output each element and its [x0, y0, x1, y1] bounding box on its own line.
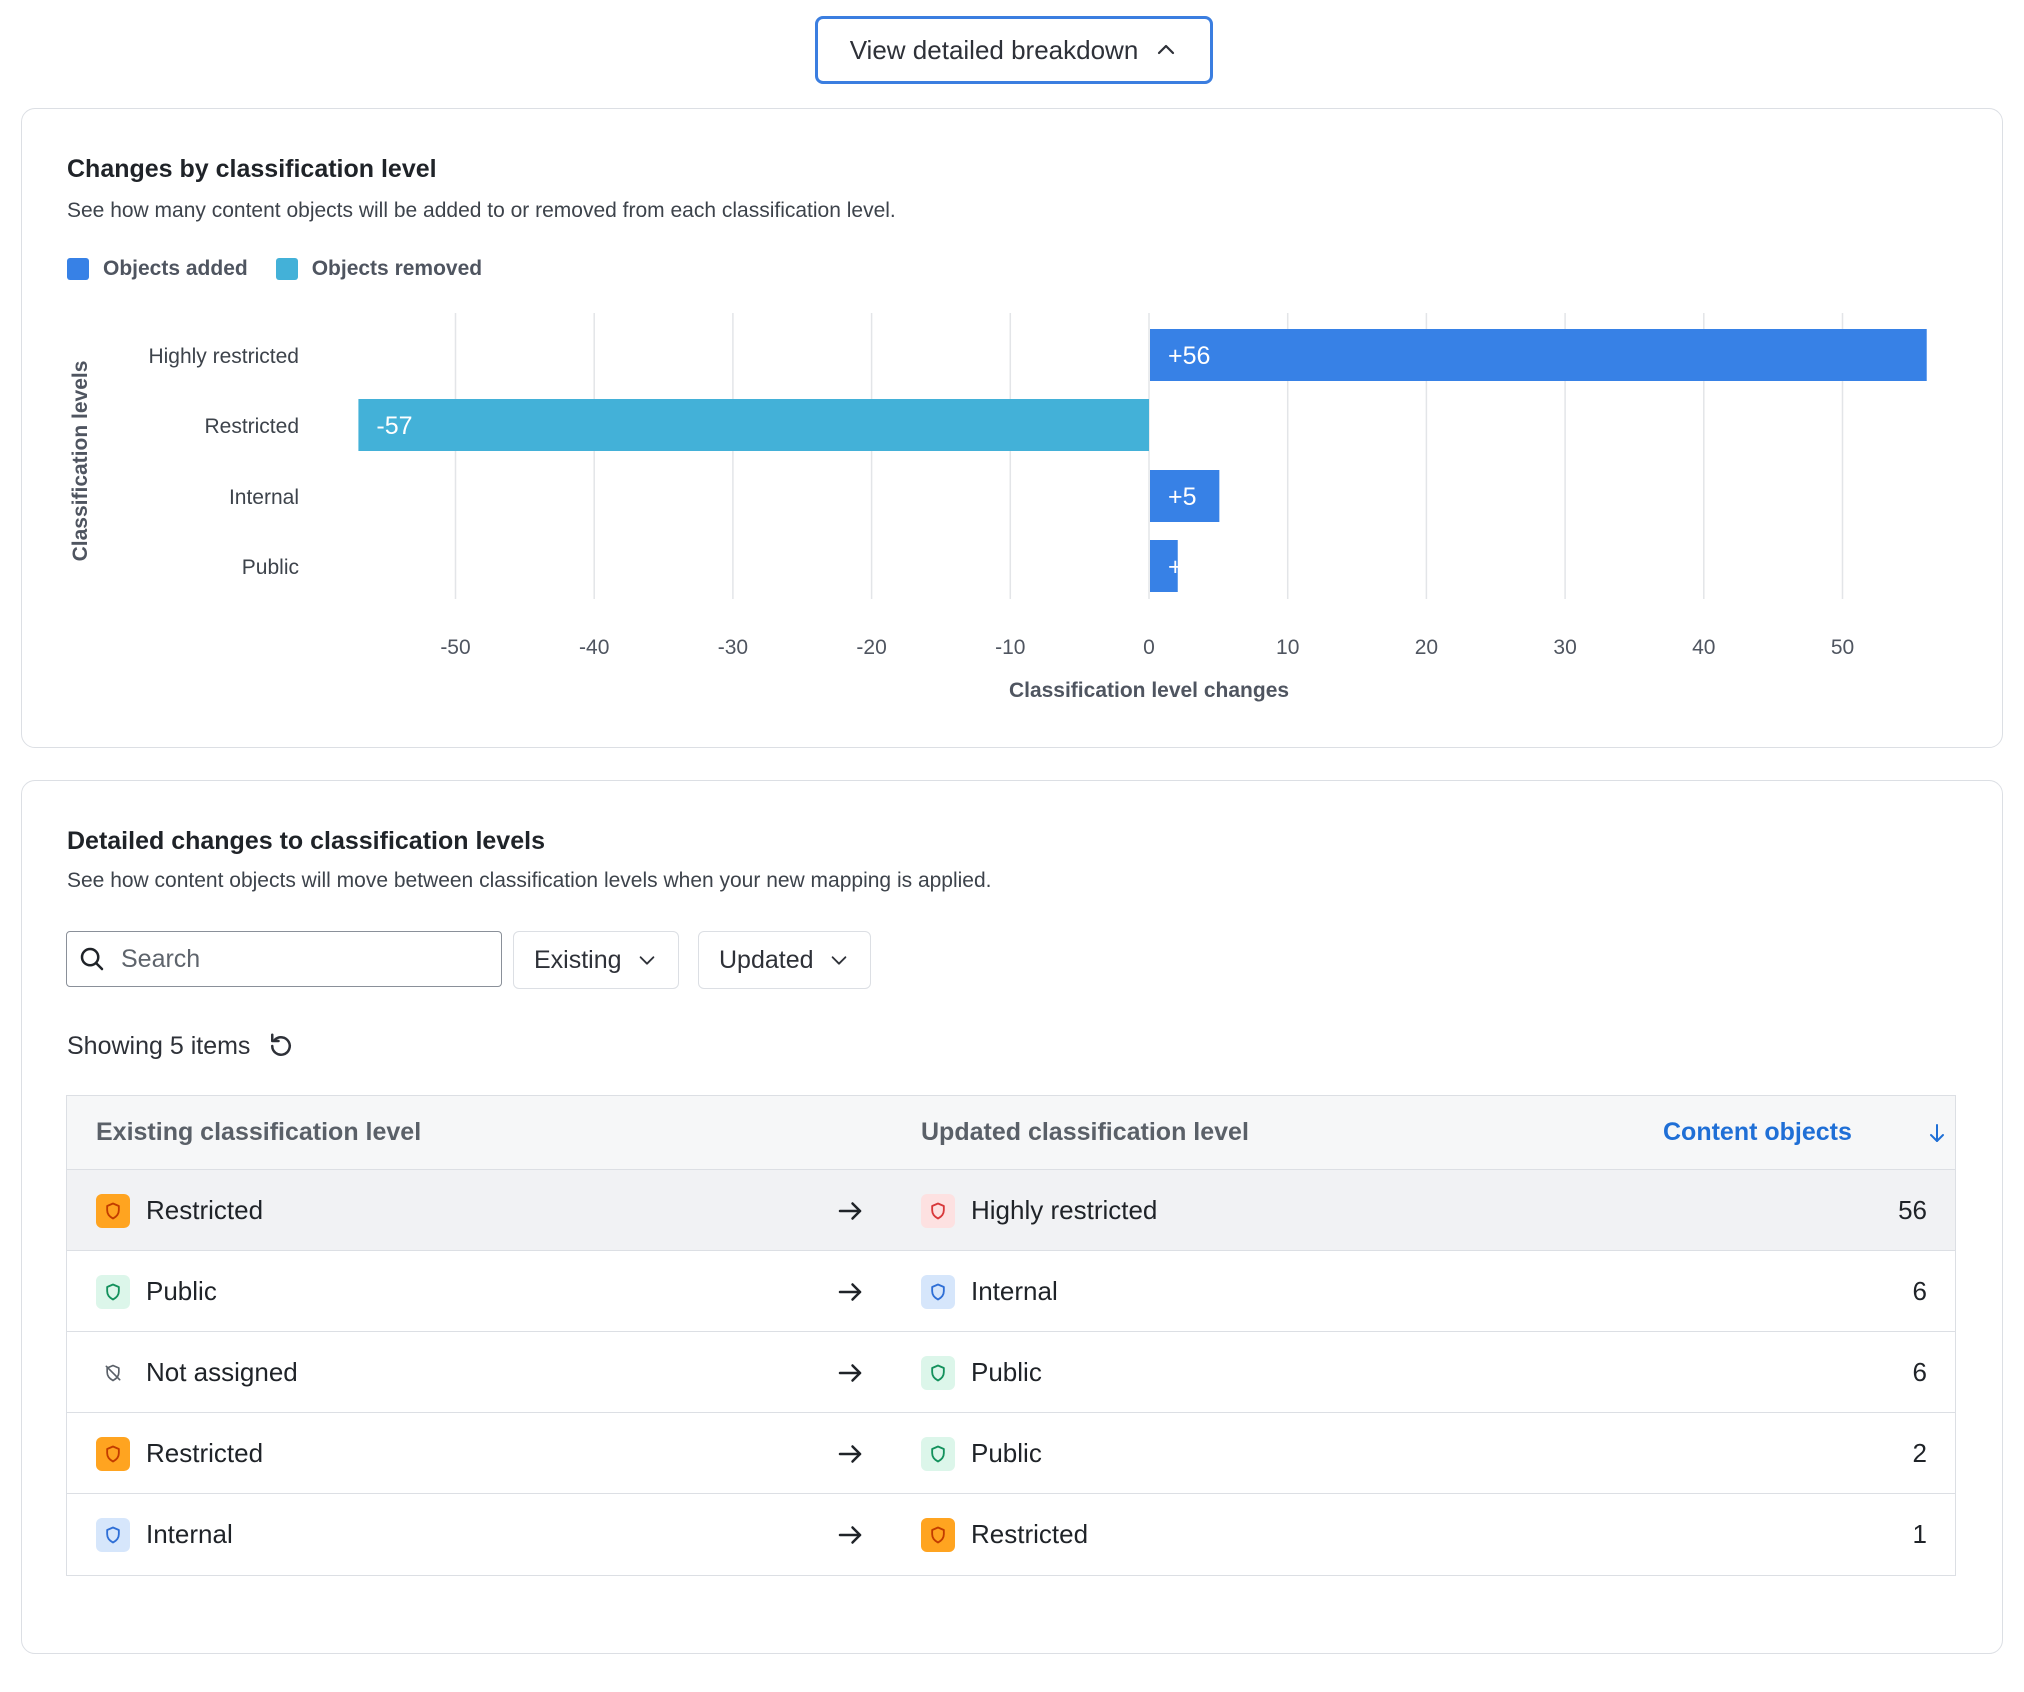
shield-icon — [921, 1436, 955, 1471]
table-row[interactable]: Not assigned Public 6 — [67, 1332, 1955, 1413]
bar-data-label: + — [1168, 553, 1183, 581]
updated-cell: Public — [921, 1413, 1042, 1494]
existing-filter-label: Existing — [534, 945, 622, 974]
x-tick-label: -40 — [579, 636, 609, 659]
x-tick-label: -10 — [995, 636, 1025, 659]
table-subtitle: See how content objects will move betwee… — [67, 869, 992, 892]
chevron-down-icon — [831, 956, 846, 965]
x-tick-label: 10 — [1276, 636, 1299, 659]
y-axis-title: Classification levels — [69, 361, 92, 562]
chevron-up-icon — [1158, 44, 1175, 55]
bar-chart: -50 -40 -30 -20 -10 0 10 20 30 40 50 +56 Highly rest… — [69, 313, 1927, 702]
shield-off-icon — [96, 1356, 130, 1390]
shield-icon — [96, 1436, 130, 1471]
shield-icon — [921, 1517, 955, 1552]
table-row[interactable]: Public Internal 6 — [67, 1251, 1955, 1332]
changes-table: Existing classification level Updated cl… — [66, 1095, 1956, 1576]
column-content-objects[interactable]: Content objects — [1663, 1118, 1852, 1147]
existing-level-label: Not assigned — [146, 1357, 298, 1387]
search-input[interactable] — [121, 944, 481, 974]
x-tick-label: 20 — [1415, 636, 1438, 659]
toggle-label: View detailed breakdown — [849, 34, 1139, 65]
page: View detailed breakdown Changes by class… — [0, 0, 2024, 1692]
updated-cell: Internal — [921, 1251, 1058, 1332]
existing-cell: Internal — [96, 1494, 233, 1575]
arrow-right-icon — [835, 1413, 865, 1494]
table-card: Detailed changes to classification level… — [21, 780, 2003, 1654]
arrow-right-icon — [835, 1494, 865, 1575]
table-body: Restricted Highly restricted 56 Public Inter… — [67, 1170, 1955, 1575]
arrow-right-icon — [835, 1251, 865, 1332]
shield-icon — [921, 1355, 955, 1390]
bar-restricted[interactable] — [358, 399, 1149, 451]
table-row[interactable]: Restricted Highly restricted 56 — [67, 1170, 1955, 1251]
x-tick-label: 30 — [1553, 636, 1576, 659]
existing-cell: Restricted — [96, 1413, 263, 1494]
updated-level-label: Internal — [971, 1276, 1058, 1306]
shield-icon — [921, 1274, 955, 1309]
x-tick-label: -50 — [440, 636, 470, 659]
existing-level-label: Restricted — [146, 1195, 264, 1225]
updated-level-label: Restricted — [971, 1519, 1089, 1549]
content-count: 6 — [1912, 1276, 1927, 1306]
updated-level-label: Public — [971, 1438, 1042, 1468]
updated-cell: Restricted — [921, 1494, 1088, 1575]
column-updated[interactable]: Updated classification level — [921, 1118, 1249, 1147]
table-row[interactable]: Internal Restricted 1 — [67, 1494, 1955, 1575]
search-box[interactable] — [66, 931, 502, 987]
existing-level-label: Internal — [146, 1519, 233, 1549]
arrow-right-icon — [835, 1170, 865, 1251]
x-tick-label: -20 — [856, 636, 886, 659]
updated-cell: Highly restricted — [921, 1170, 1157, 1251]
bar-data-label: -57 — [376, 412, 412, 440]
updated-level-label: Public — [971, 1357, 1042, 1387]
x-tick-label: -30 — [718, 636, 748, 659]
sort-down-icon[interactable] — [1925, 1121, 1949, 1145]
view-breakdown-toggle[interactable]: View detailed breakdown — [815, 16, 1213, 84]
content-count: 1 — [1912, 1519, 1927, 1549]
table-row[interactable]: Restricted Public 2 — [67, 1413, 1955, 1494]
bar-highly-restricted[interactable] — [1150, 329, 1927, 381]
shield-icon — [921, 1193, 955, 1228]
y-category-label: Internal — [229, 486, 299, 509]
shield-icon — [96, 1274, 130, 1309]
x-tick-label: 40 — [1692, 636, 1715, 659]
existing-cell: Restricted — [96, 1170, 263, 1251]
updated-filter-label: Updated — [719, 945, 814, 974]
bar-data-label: +5 — [1168, 483, 1197, 511]
existing-level-label: Public — [146, 1276, 217, 1306]
y-category-label: Restricted — [204, 415, 299, 438]
x-tick-label: 50 — [1831, 636, 1854, 659]
existing-cell: Public — [96, 1251, 217, 1332]
updated-level-label: Highly restricted — [971, 1195, 1158, 1225]
reset-icon[interactable] — [266, 1031, 296, 1061]
item-count-label: Showing 5 items — [67, 1031, 251, 1060]
column-existing[interactable]: Existing classification level — [96, 1118, 421, 1147]
updated-filter-dropdown[interactable]: Updated — [698, 931, 871, 989]
chevron-down-icon — [639, 956, 654, 965]
search-icon — [80, 947, 104, 971]
table-title: Detailed changes to classification level… — [67, 827, 545, 855]
y-category-label: Public — [242, 556, 299, 579]
content-count: 56 — [1898, 1195, 1927, 1225]
shield-icon — [96, 1517, 130, 1552]
shield-icon — [96, 1193, 130, 1228]
existing-cell: Not assigned — [96, 1332, 298, 1413]
bar-data-label: +56 — [1168, 342, 1210, 370]
y-category-label: Highly restricted — [148, 345, 299, 368]
item-count: Showing 5 items — [67, 1031, 296, 1061]
arrow-right-icon — [835, 1332, 865, 1413]
x-tick-label: 0 — [1143, 636, 1155, 659]
updated-cell: Public — [921, 1332, 1042, 1413]
content-count: 2 — [1912, 1438, 1927, 1468]
chart-card: Changes by classification level See how … — [21, 108, 2003, 748]
table-header: Existing classification level Updated cl… — [67, 1096, 1955, 1170]
content-count: 6 — [1912, 1357, 1927, 1387]
existing-filter-dropdown[interactable]: Existing — [513, 931, 679, 989]
x-axis-title: Classification level changes — [1009, 679, 1289, 702]
existing-level-label: Restricted — [146, 1438, 264, 1468]
